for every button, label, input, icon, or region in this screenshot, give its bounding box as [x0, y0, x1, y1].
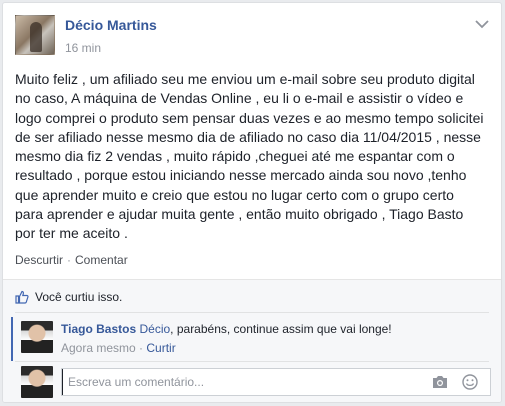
- author-name[interactable]: Décio Martins: [65, 17, 157, 33]
- new-comment-indicator: [11, 317, 13, 361]
- comment-item: Tiago Bastos Décio, parabéns, continue a…: [3, 313, 501, 361]
- feedback-section: Você curtiu isso. Tiago Bastos Décio, pa…: [3, 279, 501, 402]
- comment-like-link[interactable]: Curtir: [146, 341, 175, 355]
- avatar-figure: [30, 22, 42, 52]
- divider: [15, 361, 489, 362]
- thumbs-up-icon: [15, 290, 29, 304]
- author-avatar[interactable]: [15, 15, 55, 55]
- smiley-icon[interactable]: [462, 374, 478, 390]
- comment-meta-separator: ·: [139, 341, 144, 355]
- comment-text: , parabéns, continue assim que vai longe…: [170, 322, 392, 336]
- comment-input[interactable]: [62, 369, 428, 395]
- post-card: Décio Martins 16 min Muito feliz , um af…: [2, 2, 502, 403]
- likes-summary: Você curtiu isso.: [15, 289, 122, 305]
- post-body: Muito feliz , um afiliado seu me enviou …: [15, 71, 484, 242]
- comment-tag[interactable]: Décio: [139, 322, 170, 336]
- comment-meta: Agora mesmo · Curtir: [61, 341, 176, 355]
- comment-author[interactable]: Tiago Bastos: [61, 322, 136, 336]
- likes-text: Você curtiu isso.: [35, 290, 123, 304]
- comment-link[interactable]: Comentar: [75, 253, 128, 267]
- unlike-link[interactable]: Descurtir: [15, 253, 63, 267]
- current-user-avatar[interactable]: [21, 366, 53, 398]
- comment-time[interactable]: Agora mesmo: [61, 341, 136, 355]
- post-actions: Descurtir · Comentar: [15, 253, 128, 267]
- post-timestamp[interactable]: 16 min: [65, 41, 101, 55]
- action-separator: ·: [67, 253, 72, 267]
- commenter-avatar[interactable]: [21, 321, 53, 353]
- camera-icon[interactable]: [432, 375, 448, 389]
- comment-body: Tiago Bastos Décio, parabéns, continue a…: [61, 322, 392, 336]
- comment-composer: [61, 368, 491, 396]
- post-header: Décio Martins 16 min: [3, 3, 501, 65]
- chevron-down-icon[interactable]: [475, 19, 489, 29]
